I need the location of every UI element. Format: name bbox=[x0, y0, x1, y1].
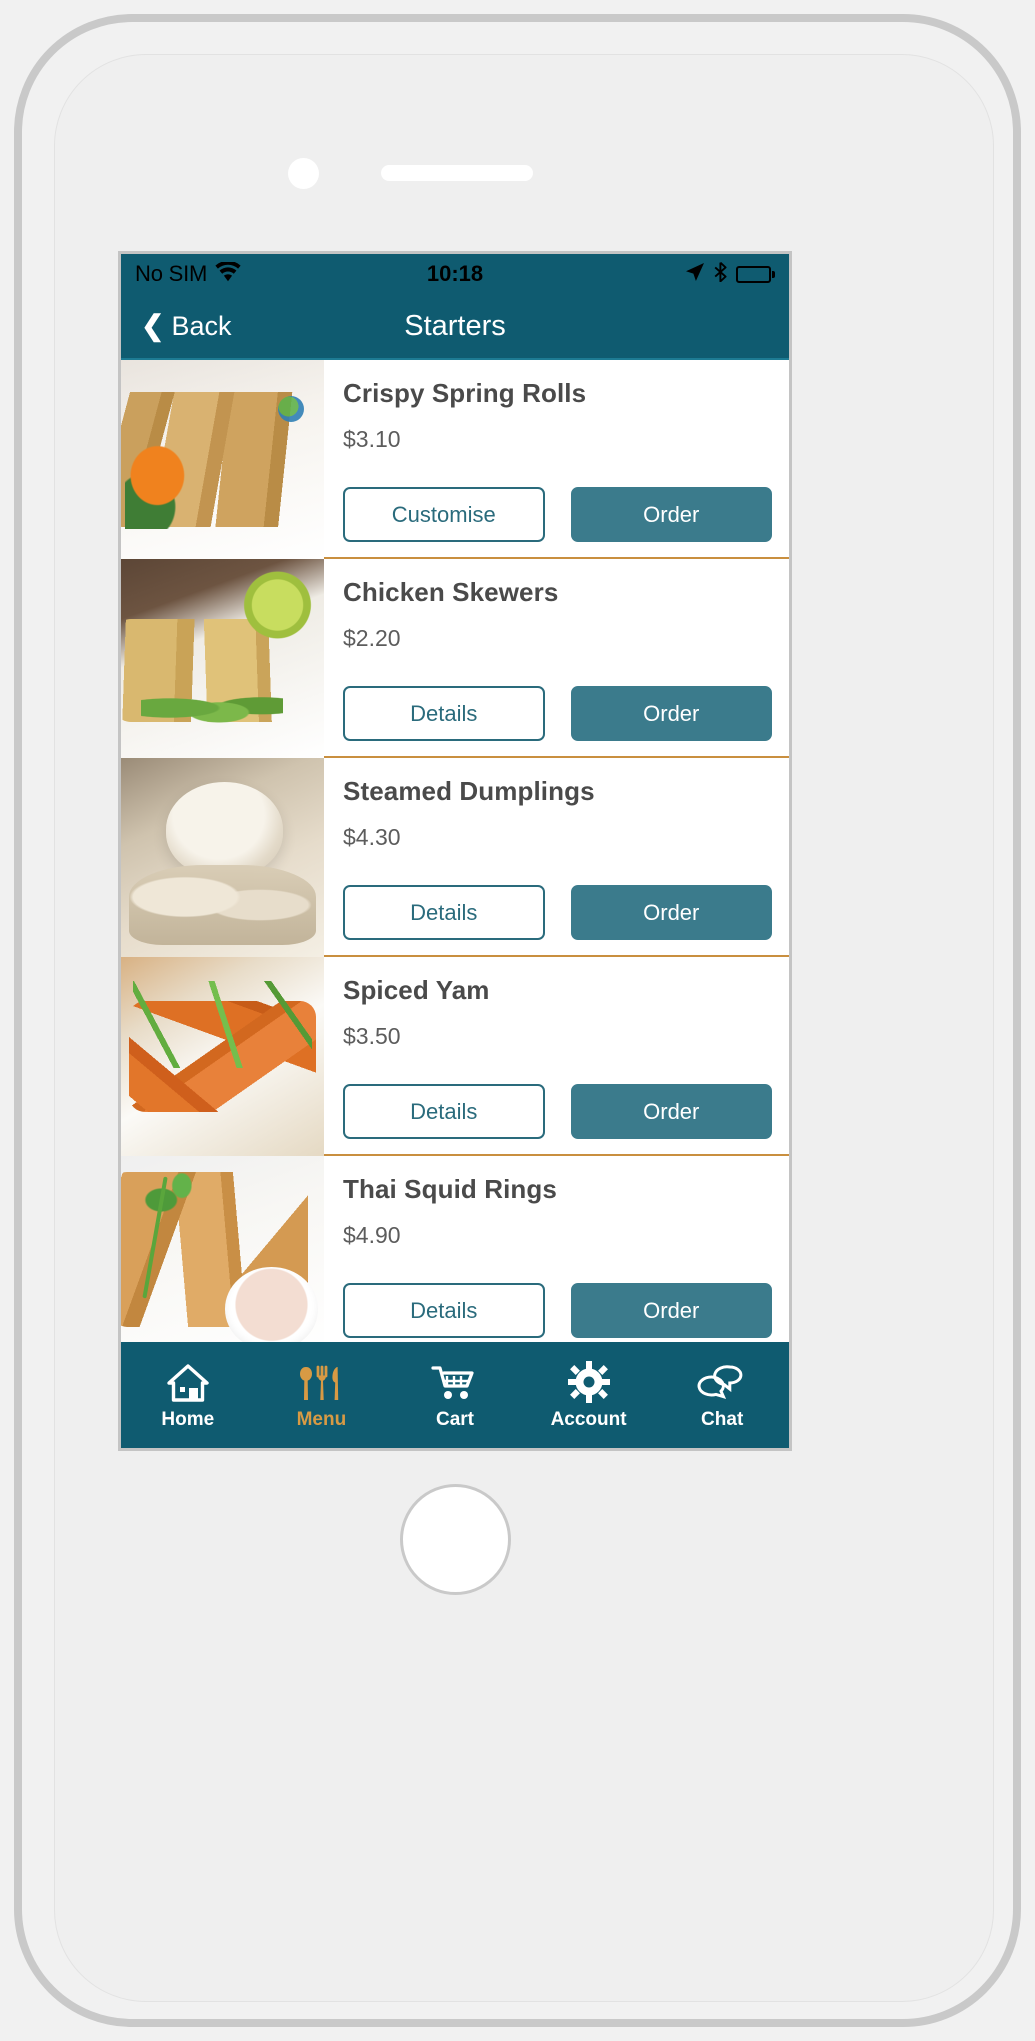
details-button[interactable]: Details bbox=[343, 1084, 545, 1139]
tab-label: Menu bbox=[296, 1409, 347, 1430]
tab-menu[interactable]: Menu bbox=[255, 1342, 389, 1448]
item-price: $3.50 bbox=[343, 1023, 401, 1049]
menu-item-info: Steamed Dumplings $4.30 Details Order bbox=[324, 758, 789, 957]
details-button[interactable]: Details bbox=[343, 885, 545, 940]
navigation-bar: ❮ Back Starters bbox=[121, 294, 789, 360]
tab-cart[interactable]: Cart bbox=[388, 1342, 522, 1448]
tab-label: Chat bbox=[701, 1409, 744, 1430]
item-price: $3.10 bbox=[343, 426, 401, 452]
customise-button[interactable]: Customise bbox=[343, 487, 545, 542]
menu-item-list[interactable]: Crispy Spring Rolls $3.10 Customise Orde… bbox=[121, 360, 789, 1355]
item-name: Steamed Dumplings bbox=[343, 776, 595, 806]
steamed-dumplings-photo[interactable] bbox=[121, 758, 324, 957]
chevron-left-icon: ❮ bbox=[141, 310, 165, 341]
menu-item-row[interactable]: Steamed Dumplings $4.30 Details Order bbox=[121, 758, 789, 957]
tab-label: Account bbox=[550, 1409, 627, 1430]
order-button[interactable]: Order bbox=[570, 1283, 772, 1338]
spiced-yam-photo[interactable] bbox=[121, 957, 324, 1156]
status-bar: No SIM 10:18 bbox=[121, 254, 789, 294]
tab-label: Cart bbox=[435, 1409, 474, 1430]
tab-chat[interactable]: Chat bbox=[655, 1342, 789, 1448]
thai-squid-rings-photo[interactable] bbox=[121, 1156, 324, 1355]
home-icon bbox=[166, 1359, 210, 1403]
menu-item-info: Chicken Skewers $2.20 Details Order bbox=[324, 559, 789, 758]
item-actions: Customise Order bbox=[343, 487, 772, 542]
item-name: Chicken Skewers bbox=[343, 577, 559, 607]
home-button[interactable] bbox=[400, 1484, 511, 1595]
order-button[interactable]: Order bbox=[570, 686, 772, 741]
back-button[interactable]: ❮ Back bbox=[141, 311, 232, 342]
order-button[interactable]: Order bbox=[570, 1084, 772, 1139]
item-actions: Details Order bbox=[343, 1283, 772, 1338]
bottom-tab-bar: Home Menu Cart Account Chat bbox=[121, 1342, 789, 1448]
front-camera bbox=[288, 158, 319, 189]
bluetooth-icon bbox=[714, 261, 727, 287]
menu-item-info: Spiced Yam $3.50 Details Order bbox=[324, 957, 789, 1156]
details-button[interactable]: Details bbox=[343, 686, 545, 741]
tab-label: Home bbox=[161, 1409, 215, 1430]
menu-item-row[interactable]: Chicken Skewers $2.20 Details Order bbox=[121, 559, 789, 758]
cutlery-icon bbox=[297, 1359, 345, 1403]
menu-item-row[interactable]: Spiced Yam $3.50 Details Order bbox=[121, 957, 789, 1156]
menu-item-row[interactable]: Thai Squid Rings $4.90 Details Order bbox=[121, 1156, 789, 1355]
menu-item-info: Thai Squid Rings $4.90 Details Order bbox=[324, 1156, 789, 1355]
item-name: Thai Squid Rings bbox=[343, 1174, 557, 1204]
chat-icon bbox=[697, 1359, 747, 1403]
phone-outer-frame: No SIM 10:18 ❮ Back Starters Crispy Spri… bbox=[14, 14, 1021, 2027]
order-button[interactable]: Order bbox=[570, 885, 772, 940]
back-button-label: Back bbox=[171, 310, 232, 341]
battery-icon bbox=[736, 265, 775, 283]
menu-item-row[interactable]: Crispy Spring Rolls $3.10 Customise Orde… bbox=[121, 360, 789, 559]
order-button[interactable]: Order bbox=[570, 487, 772, 542]
item-price: $4.90 bbox=[343, 1222, 401, 1248]
details-button[interactable]: Details bbox=[343, 1283, 545, 1338]
chicken-skewers-photo[interactable] bbox=[121, 559, 324, 758]
item-actions: Details Order bbox=[343, 1084, 772, 1139]
tab-account[interactable]: Account bbox=[522, 1342, 656, 1448]
phone-screen: No SIM 10:18 ❮ Back Starters Crispy Spri… bbox=[118, 251, 792, 1451]
item-name: Spiced Yam bbox=[343, 975, 490, 1005]
item-actions: Details Order bbox=[343, 885, 772, 940]
spring-rolls-photo[interactable] bbox=[121, 360, 324, 559]
item-actions: Details Order bbox=[343, 686, 772, 741]
item-price: $4.30 bbox=[343, 824, 401, 850]
location-arrow-icon bbox=[685, 262, 705, 287]
earpiece-speaker bbox=[381, 165, 533, 181]
phone-body: No SIM 10:18 ❮ Back Starters Crispy Spri… bbox=[54, 54, 994, 2002]
item-name: Crispy Spring Rolls bbox=[343, 378, 587, 408]
gear-icon bbox=[567, 1359, 611, 1403]
menu-item-info: Crispy Spring Rolls $3.10 Customise Orde… bbox=[324, 360, 789, 559]
tab-home[interactable]: Home bbox=[121, 1342, 255, 1448]
item-price: $2.20 bbox=[343, 625, 401, 651]
cart-icon bbox=[431, 1359, 479, 1403]
status-bar-right bbox=[685, 261, 775, 287]
